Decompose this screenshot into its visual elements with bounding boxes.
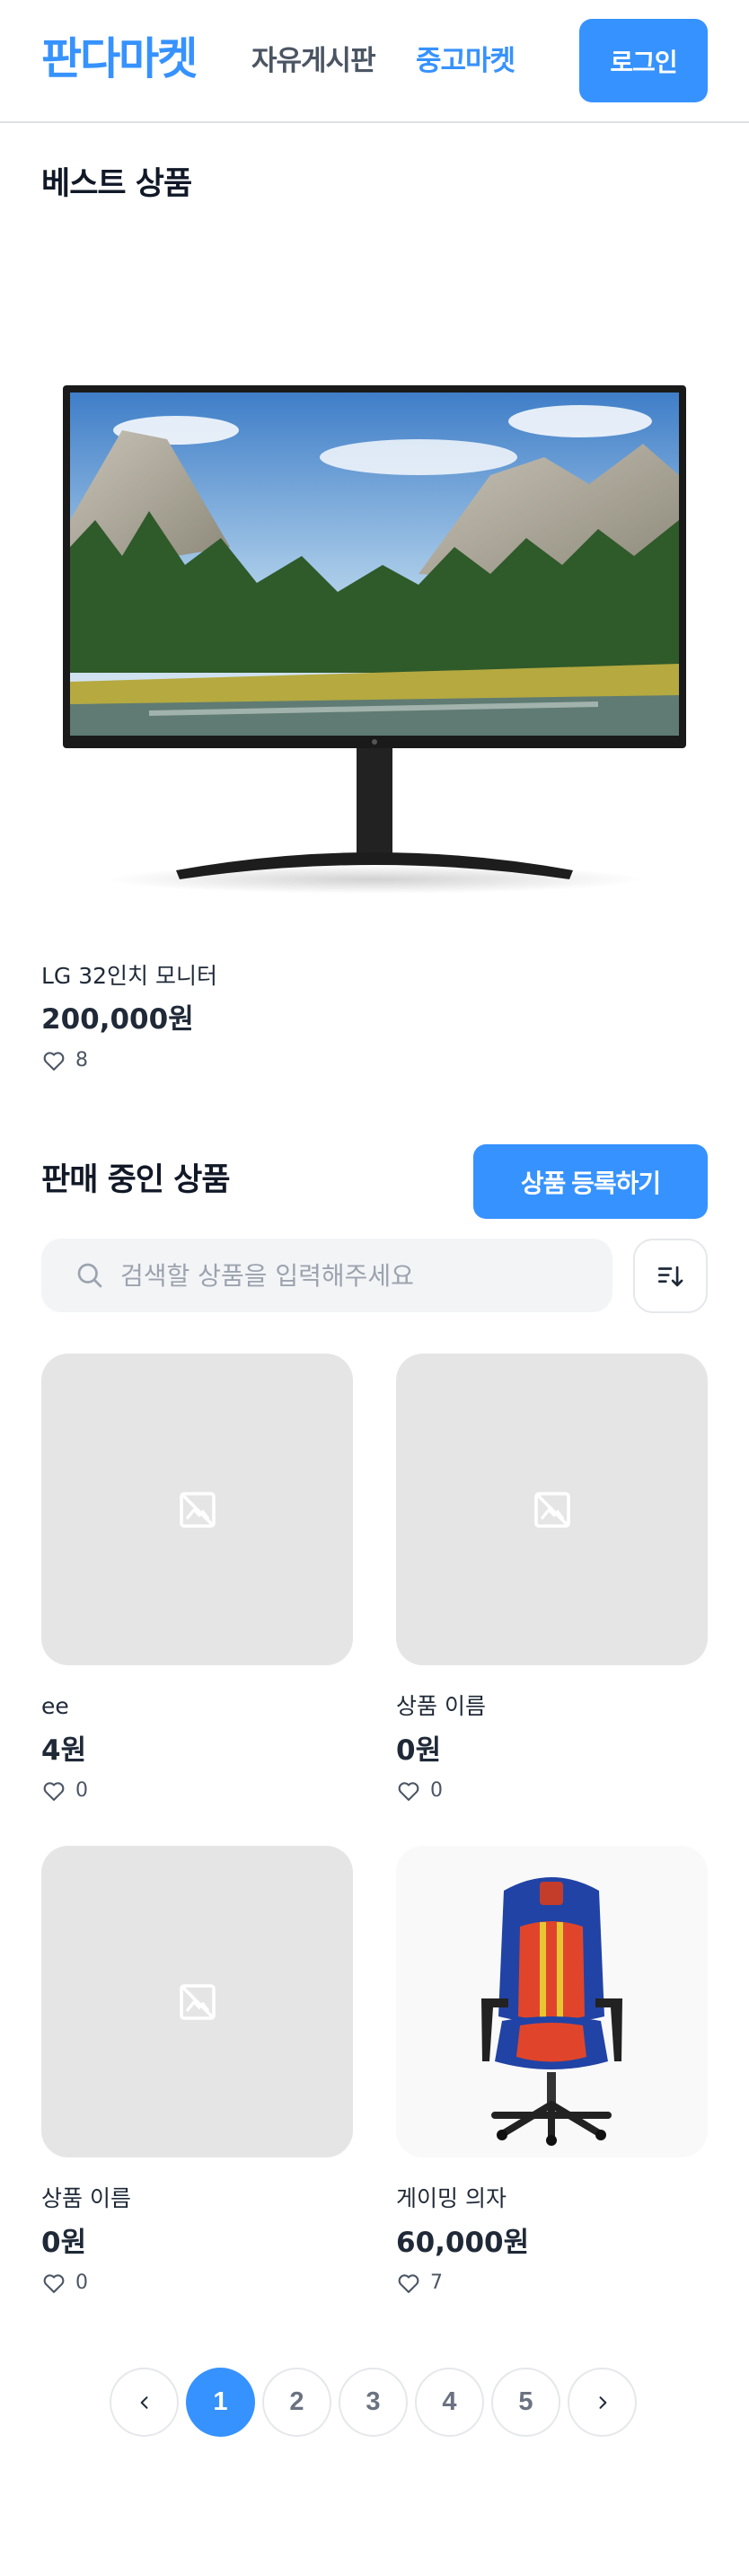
product-image[interactable]: [41, 1846, 353, 2157]
product-price: 60,000원: [396, 2227, 530, 2259]
heart-icon: [398, 1782, 419, 1801]
like-count: 8: [75, 1049, 88, 1072]
search-icon: [77, 1263, 102, 1288]
chevron-right-icon: [599, 2395, 606, 2409]
product-name[interactable]: ee: [41, 1692, 69, 1721]
product-image[interactable]: [396, 1846, 708, 2157]
image-placeholder-icon: [179, 1983, 216, 2020]
selling-products-title: 판매 중인 상품: [41, 1162, 231, 1198]
login-button[interactable]: 로그인: [579, 19, 708, 102]
product-likes[interactable]: 0: [396, 1778, 443, 1804]
next-page-button[interactable]: [568, 2368, 637, 2437]
image-placeholder-icon: [533, 1491, 570, 1528]
like-count: 0: [430, 1779, 443, 1802]
product-price: 0원: [396, 1734, 442, 1767]
best-product-price: 200,000원: [41, 1003, 194, 1036]
heart-icon: [43, 2274, 65, 2293]
heart-icon: [43, 1782, 65, 1801]
product-likes[interactable]: 7: [396, 2271, 443, 2296]
page-button-1[interactable]: 1: [186, 2368, 255, 2437]
like-count: 7: [430, 2272, 443, 2294]
chevron-left-icon: [140, 2395, 147, 2409]
product-price: 4원: [41, 1734, 87, 1767]
product-likes[interactable]: 0: [41, 2271, 88, 2296]
product-name[interactable]: 상품 이름: [41, 2184, 131, 2213]
header: 판다마켓 자유게시판 중고마켓 로그인: [0, 0, 749, 123]
sort-icon: [657, 1266, 683, 1286]
register-product-button[interactable]: 상품 등록하기: [473, 1144, 708, 1219]
nav-free-board[interactable]: 자유게시판: [251, 43, 376, 79]
best-product-likes[interactable]: 8: [41, 1048, 88, 1073]
page-button-4[interactable]: 4: [415, 2368, 484, 2437]
page-button-3[interactable]: 3: [339, 2368, 408, 2437]
monitor-image: [63, 385, 686, 894]
page-button-2[interactable]: 2: [262, 2368, 331, 2437]
prev-page-button[interactable]: [110, 2368, 179, 2437]
product-likes[interactable]: 0: [41, 1778, 88, 1804]
like-count: 0: [75, 1779, 88, 1802]
best-products-title: 베스트 상품: [41, 166, 192, 202]
search-bar: [41, 1239, 612, 1312]
page-button-5[interactable]: 5: [491, 2368, 560, 2437]
product-image[interactable]: [396, 1354, 708, 1665]
product-image[interactable]: [41, 1354, 353, 1665]
logo[interactable]: 판다마켓: [41, 32, 198, 86]
search-input[interactable]: [120, 1260, 605, 1291]
nav-used-market[interactable]: 중고마켓: [416, 43, 515, 79]
image-placeholder-icon: [179, 1491, 216, 1528]
sort-button[interactable]: [633, 1239, 708, 1313]
best-product-name[interactable]: LG 32인치 모니터: [41, 962, 217, 991]
like-count: 0: [75, 2272, 88, 2294]
product-price: 0원: [41, 2227, 87, 2259]
heart-icon: [43, 1052, 65, 1071]
best-product-image[interactable]: [41, 251, 708, 917]
heart-icon: [398, 2274, 419, 2293]
product-name[interactable]: 게이밍 의자: [396, 2184, 507, 2213]
product-name[interactable]: 상품 이름: [396, 1692, 486, 1721]
gaming-chair-image: [481, 1877, 622, 2146]
